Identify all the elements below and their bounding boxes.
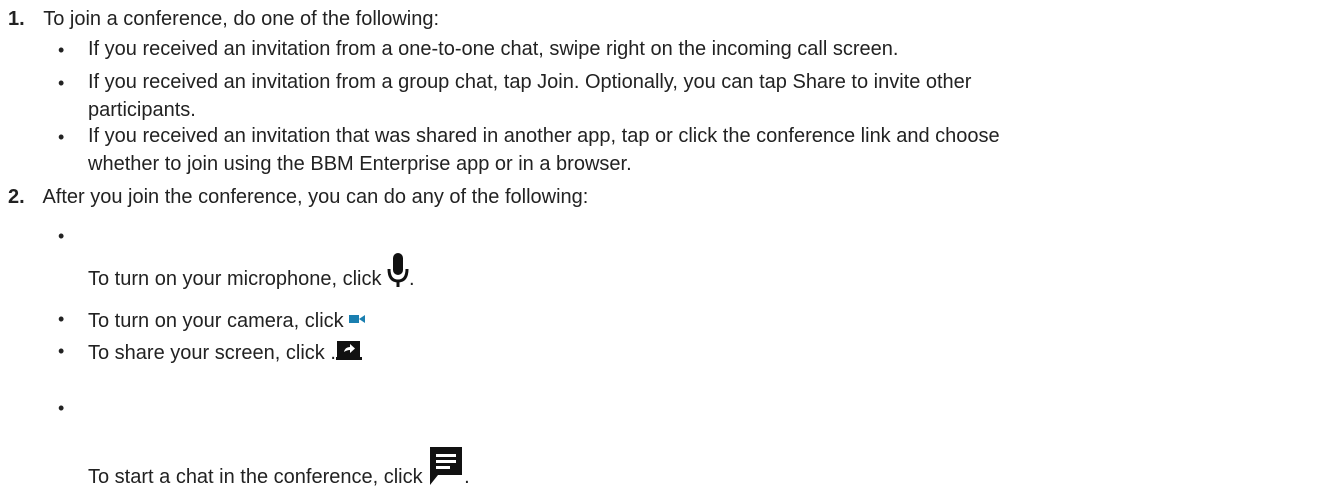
bullet-icon: •: [58, 398, 65, 418]
step-text: After you join the conference, you can d…: [42, 186, 589, 208]
list-item: If you received an invitation from a one…: [88, 38, 899, 60]
document: 1. To join a conference, do one of the f…: [0, 0, 1318, 491]
bullet-icon: •: [58, 127, 65, 147]
list-item-text: To turn on your microphone, click: [88, 268, 388, 290]
share-screen-icon: [335, 338, 362, 368]
video-camera-icon: [349, 306, 366, 336]
step-2: 2. After you join the conference, you ca…: [8, 186, 588, 209]
list-item: To share your screen, click .: [88, 338, 362, 368]
list-item-text: .: [464, 466, 470, 488]
chat-icon: [428, 445, 464, 492]
list-item: To turn on your camera, click: [88, 306, 366, 336]
list-item: To start a chat in the conference, click…: [88, 445, 470, 492]
step-number: 1.: [8, 8, 25, 30]
list-item-continuation: whether to join using the BBM Enterprise…: [88, 153, 632, 175]
step-text: To join a conference, do one of the foll…: [43, 8, 440, 30]
bullet-icon: •: [58, 73, 65, 93]
step-number: 2.: [8, 186, 25, 208]
list-item-text: To share your screen, click .: [88, 342, 336, 364]
bullet-icon: •: [58, 40, 65, 60]
bullet-icon: •: [58, 309, 65, 329]
bullet-icon: •: [58, 226, 65, 246]
list-item-text: To start a chat in the conference, click: [88, 466, 429, 488]
list-item: To turn on your microphone, click .: [88, 253, 415, 294]
list-item: If you received an invitation from a gro…: [88, 71, 972, 93]
step-1: 1. To join a conference, do one of the f…: [8, 8, 439, 31]
bullet-icon: •: [58, 341, 65, 361]
list-item-text: To turn on your camera, click: [88, 310, 350, 332]
microphone-icon: [387, 253, 409, 294]
list-item: If you received an invitation that was s…: [88, 125, 1000, 147]
list-item-text: .: [409, 268, 415, 290]
